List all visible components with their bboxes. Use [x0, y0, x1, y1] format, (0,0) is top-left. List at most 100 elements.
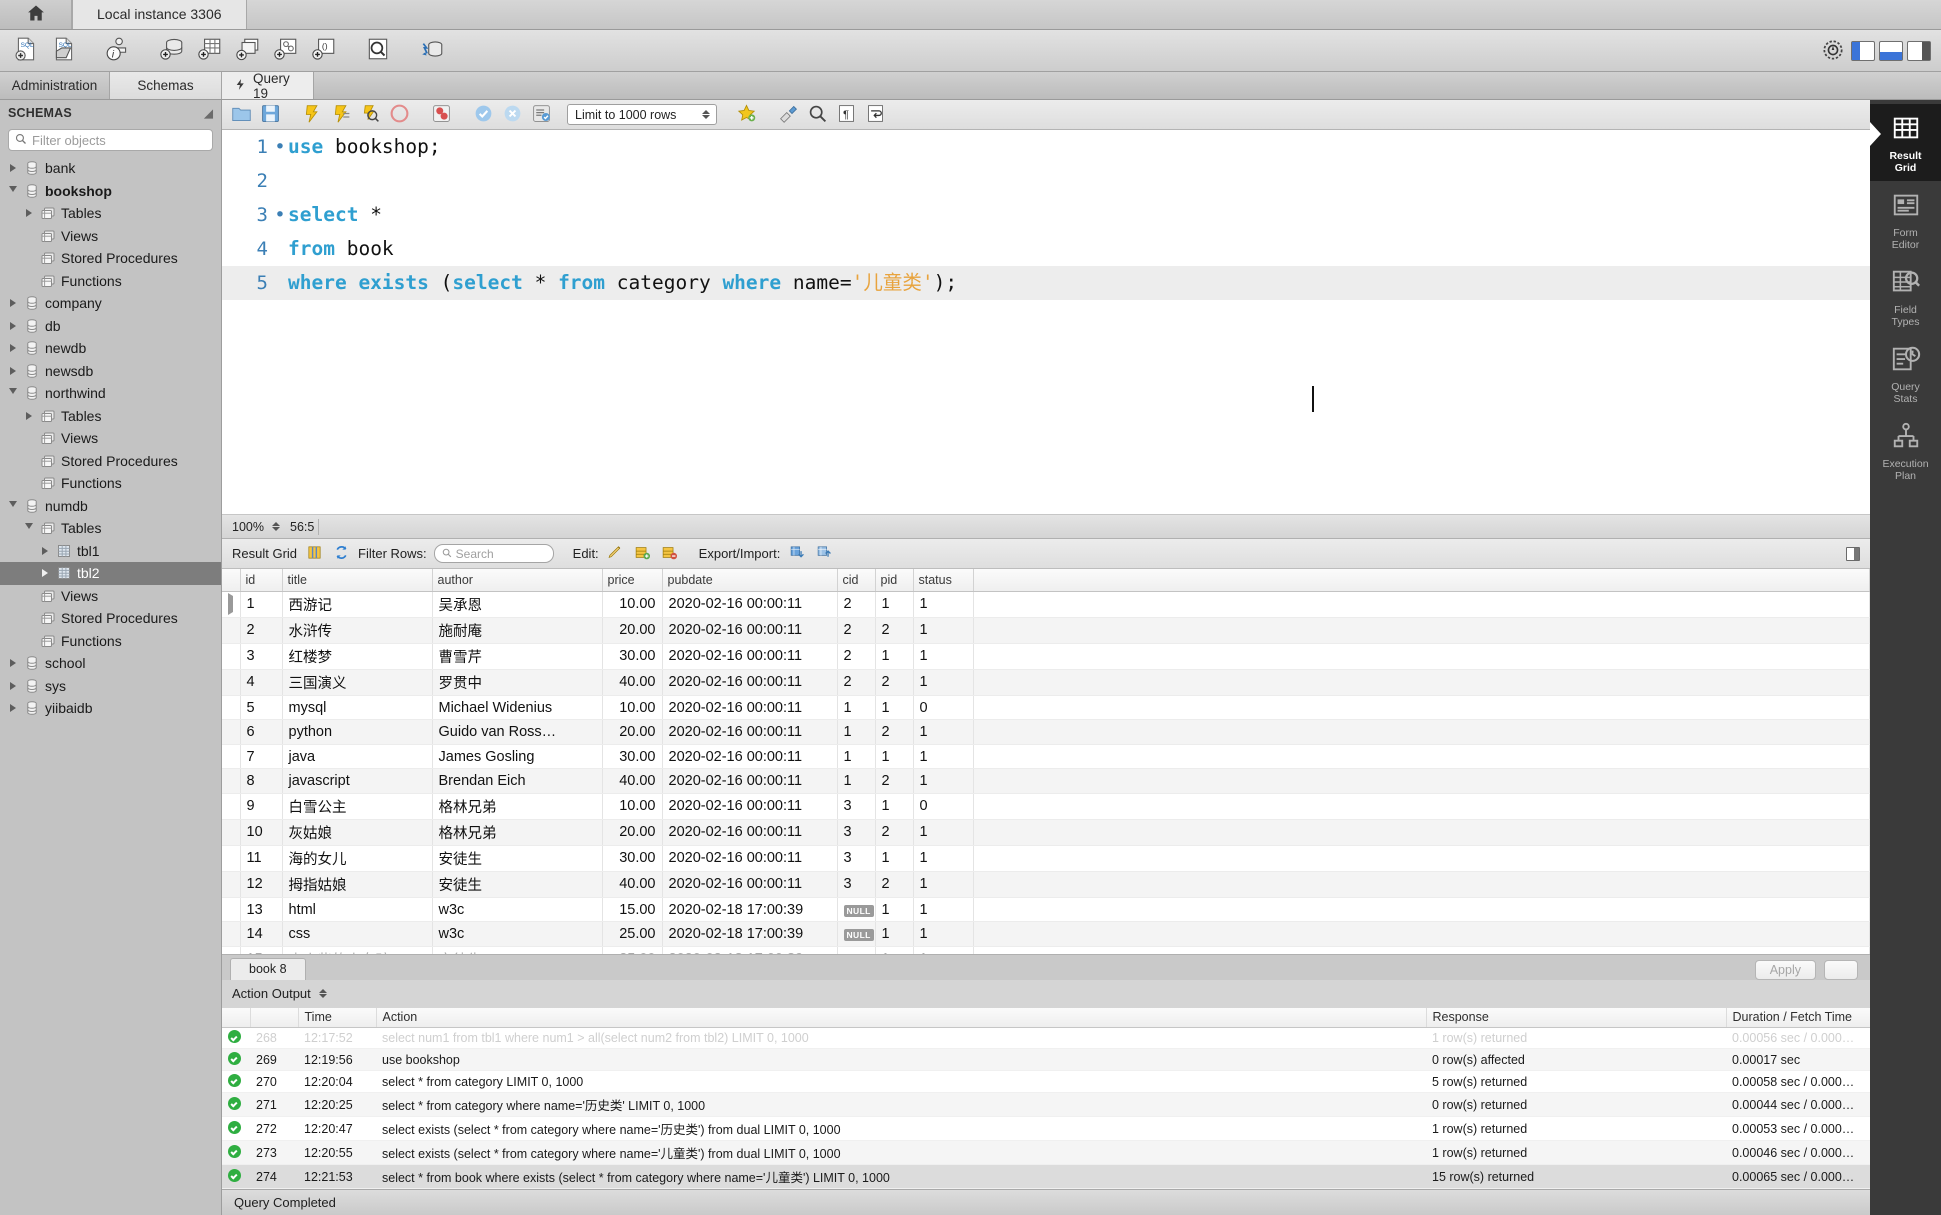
cell-title[interactable]: 白雪公主	[282, 793, 433, 820]
code-line[interactable]: 1 • use bookshop;	[222, 130, 1870, 164]
column-header-pubdate[interactable]: pubdate	[662, 569, 838, 592]
cell-author[interactable]: James Gosling	[432, 744, 603, 770]
table-row[interactable]: 5 mysql Michael Widenius 10.00 2020-02-16 00…	[222, 695, 1870, 721]
open-script-button[interactable]	[228, 103, 254, 127]
cell-pid[interactable]: 2	[875, 819, 914, 846]
cell-author[interactable]: w3c	[432, 897, 603, 923]
cell-cid[interactable]: 1	[837, 768, 876, 794]
rail-item-form-editor[interactable]: Form Editor	[1870, 181, 1941, 258]
code-line[interactable]: 3 • select *	[222, 198, 1870, 232]
cell-title[interactable]: 海的女儿	[282, 845, 433, 872]
cell-price[interactable]: 30.00	[602, 845, 663, 872]
cell-pid[interactable]: 2	[875, 669, 914, 696]
rollback-button[interactable]	[499, 103, 525, 127]
edit-row-button[interactable]	[606, 544, 626, 564]
wrap-cell-content-button[interactable]	[1846, 546, 1860, 561]
execute-current-statement-button[interactable]	[328, 103, 354, 127]
save-snippet-button[interactable]	[733, 103, 759, 127]
toggle-autocommit-button[interactable]	[528, 103, 554, 127]
collapse-sidebar-icon[interactable]: ◢	[204, 107, 213, 120]
cell-pubdate[interactable]: 2020-02-16 00:00:11	[662, 793, 838, 820]
cell-cid[interactable]: NULL	[837, 946, 876, 954]
cell-pid[interactable]: 1	[875, 946, 914, 954]
cell-status[interactable]: 1	[913, 643, 974, 670]
create-view-button[interactable]	[230, 34, 266, 68]
sidebar-item-yiibaidb[interactable]: yiibaidb	[0, 697, 221, 720]
cell-author[interactable]: 施耐庵	[432, 617, 603, 644]
cell-id[interactable]: 1	[240, 591, 283, 618]
table-row[interactable]: 11 海的女儿 安徒生 30.00 2020-02-16 00:00:11 3 1 1	[222, 845, 1870, 872]
connection-tab-local-instance[interactable]: Local instance 3306	[72, 0, 247, 29]
cell-title[interactable]: python	[282, 719, 433, 745]
cell-title[interactable]: 卖火柴的小女孩	[282, 946, 433, 954]
cell-cid[interactable]: 3	[837, 793, 876, 820]
cell-pubdate[interactable]: 2020-02-16 00:00:11	[662, 617, 838, 644]
execute-statement-button[interactable]	[299, 103, 325, 127]
tab-schemas[interactable]: Schemas	[110, 72, 222, 99]
toggle-stop-on-error-button[interactable]	[428, 103, 454, 127]
sidebar-item-stored-procedures[interactable]: Stored Procedures	[0, 607, 221, 630]
export-recordset-button[interactable]	[787, 544, 807, 564]
cell-title[interactable]: 水浒传	[282, 617, 433, 644]
cell-id[interactable]: 12	[240, 871, 283, 898]
action-output-row[interactable]: 268 12:17:52 select num1 from tbl1 where n…	[222, 1027, 1941, 1049]
stop-execution-button[interactable]	[386, 103, 412, 127]
create-procedure-button[interactable]	[268, 34, 304, 68]
table-row[interactable]: 1 西游记 吴承恩 10.00 2020-02-16 00:00:11 2 1 1	[222, 591, 1870, 618]
rail-item-query-stats[interactable]: Query Stats	[1870, 335, 1941, 412]
column-header-author[interactable]: author	[432, 569, 603, 592]
cell-price[interactable]: 10.00	[602, 793, 663, 820]
sidebar-item-tables[interactable]: Tables	[0, 517, 221, 540]
sidebar-item-company[interactable]: company	[0, 292, 221, 315]
filter-objects-box[interactable]	[8, 129, 213, 151]
cell-cid[interactable]: 2	[837, 643, 876, 670]
create-function-button[interactable]: ()	[306, 34, 342, 68]
cell-author[interactable]: 格林兄弟	[432, 819, 603, 846]
cell-pid[interactable]: 2	[875, 871, 914, 898]
cell-status[interactable]: 1	[913, 946, 974, 954]
cell-pubdate[interactable]: 2020-02-16 00:00:11	[662, 819, 838, 846]
table-row[interactable]: 14 css w3c 25.00 2020-02-18 17:00:39 NULL 1 1	[222, 921, 1870, 947]
find-button[interactable]	[804, 103, 830, 127]
cell-cid[interactable]: 1	[837, 744, 876, 770]
sidebar-item-bank[interactable]: bank	[0, 157, 221, 180]
schema-tree[interactable]: bank bookshop Tables Views Stored Procedures…	[0, 157, 221, 1201]
table-row[interactable]: 9 白雪公主 格林兄弟 10.00 2020-02-16 00:00:11 3 1 0	[222, 793, 1870, 820]
sidebar-item-views[interactable]: Views	[0, 225, 221, 248]
import-recordset-button[interactable]	[814, 544, 834, 564]
chevron-right-icon[interactable]	[6, 299, 19, 308]
column-header-price[interactable]: price	[602, 569, 663, 592]
sidebar-item-northwind[interactable]: northwind	[0, 382, 221, 405]
connection-info-button[interactable]: i	[100, 34, 136, 68]
filter-objects-input[interactable]	[32, 132, 206, 148]
cell-author[interactable]: 吴承恩	[432, 591, 603, 618]
zoom-stepper[interactable]	[272, 522, 290, 532]
cell-id[interactable]: 3	[240, 643, 283, 670]
ao-response-header[interactable]: Response	[1426, 1007, 1727, 1028]
cell-title[interactable]: mysql	[282, 695, 433, 721]
insert-row-button[interactable]	[633, 544, 653, 564]
create-schema-button[interactable]	[154, 34, 190, 68]
cell-id[interactable]: 15	[240, 946, 283, 954]
grid-view-button[interactable]	[304, 544, 324, 564]
action-output-table-wrap[interactable]: Time Action Response Duration / Fetch Time 2…	[222, 1007, 1941, 1189]
cell-pid[interactable]: 1	[875, 643, 914, 670]
cell-pid[interactable]: 1	[875, 845, 914, 872]
column-header-pid[interactable]: pid	[875, 569, 914, 592]
action-output-row[interactable]: 274 12:21:53 select * from book where exis…	[222, 1164, 1941, 1189]
chevron-right-icon[interactable]	[6, 681, 19, 690]
cell-cid[interactable]: 3	[837, 871, 876, 898]
toggle-output-panel-button[interactable]	[1879, 41, 1903, 61]
search-table-data-button[interactable]	[360, 34, 396, 68]
refresh-button[interactable]	[331, 544, 351, 564]
cell-pubdate[interactable]: 2020-02-16 00:00:11	[662, 845, 838, 872]
chevron-right-icon[interactable]	[38, 546, 51, 555]
sidebar-item-tbl1[interactable]: tbl1	[0, 540, 221, 563]
cell-author[interactable]: Brendan Eich	[432, 768, 603, 794]
sql-code[interactable]: 1 • use bookshop; 2 3 • select * 4 from book 5 whe…	[222, 130, 1870, 300]
cell-cid[interactable]: 2	[837, 591, 876, 618]
cell-status[interactable]: 1	[913, 819, 974, 846]
cell-pid[interactable]: 1	[875, 897, 914, 923]
cell-price[interactable]: 25.00	[602, 946, 663, 954]
table-row[interactable]: 15卖火柴的小女孩安徒生25.002020-02-18 17:00:39NULL…	[222, 946, 1870, 954]
